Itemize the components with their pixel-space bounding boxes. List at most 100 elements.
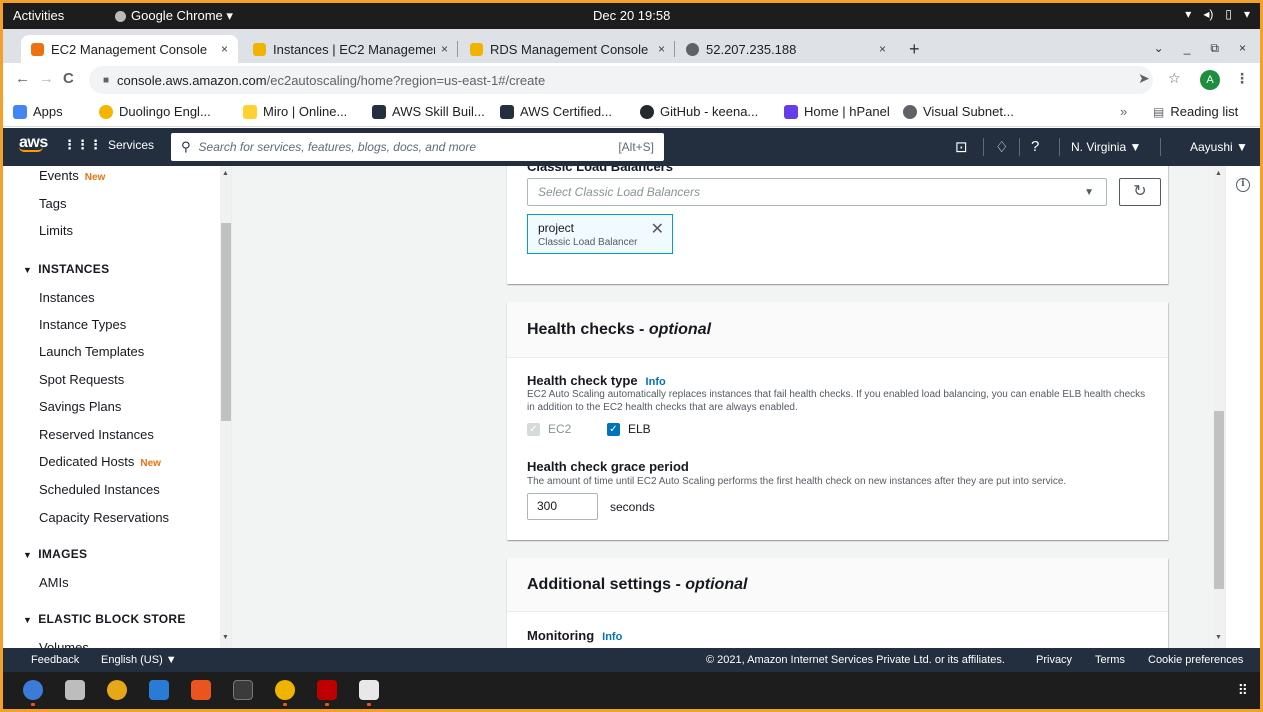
- bookmark-hpanel[interactable]: Home | hPanel: [784, 104, 890, 119]
- software-center-icon[interactable]: [191, 680, 211, 700]
- scroll-down-icon[interactable]: ▼: [1215, 634, 1222, 641]
- bookmark-duolingo[interactable]: Duolingo Engl...: [99, 104, 211, 119]
- elb-checkbox[interactable]: ✓ ELB: [607, 422, 651, 436]
- reading-list-button[interactable]: ▤ Reading list: [1153, 104, 1238, 119]
- sidebar-item-spot-requests[interactable]: Spot Requests: [39, 372, 124, 387]
- sidebar-section-instances[interactable]: ▼ INSTANCES: [23, 262, 109, 276]
- terminal-icon[interactable]: [233, 680, 253, 700]
- new-tab-button[interactable]: +: [909, 39, 920, 60]
- tab-instances[interactable]: Instances | EC2 Management Console ×: [243, 35, 458, 63]
- restore-icon[interactable]: ⧉: [1210, 41, 1219, 56]
- profile-avatar[interactable]: A: [1200, 70, 1220, 90]
- terms-link[interactable]: Terms: [1095, 654, 1125, 666]
- sidebar-item-instance-types[interactable]: Instance Types: [39, 317, 126, 332]
- scroll-down-icon[interactable]: ▼: [222, 634, 229, 641]
- system-tray[interactable]: ▾ ◂) ▯ ▾: [1185, 7, 1250, 21]
- sidebar-item-tags[interactable]: Tags: [39, 196, 66, 211]
- main-scrollbar[interactable]: ▲ ▼: [1213, 166, 1225, 648]
- cookie-preferences-link[interactable]: Cookie preferences: [1148, 654, 1243, 666]
- sidebar-item-reserved-instances[interactable]: Reserved Instances: [39, 427, 154, 442]
- address-bar[interactable]: ■ console.aws.amazon.com/ec2autoscaling/…: [89, 66, 1153, 94]
- privacy-link[interactable]: Privacy: [1036, 654, 1072, 666]
- tab-close-icon[interactable]: ×: [441, 42, 448, 56]
- clb-select[interactable]: Select Classic Load Balancers ▼: [527, 178, 1107, 206]
- feedback-link[interactable]: Feedback: [31, 654, 79, 666]
- bookmarks-overflow-button[interactable]: »: [1120, 104, 1127, 119]
- new-badge: New: [84, 172, 106, 183]
- sidebar-item-events[interactable]: Events New: [39, 168, 105, 183]
- bookmark-apps[interactable]: Apps: [13, 104, 63, 119]
- sidebar-item-savings-plans[interactable]: Savings Plans: [39, 399, 121, 414]
- sidebar-item-volumes[interactable]: Volumes: [39, 640, 89, 648]
- writer-icon[interactable]: [149, 680, 169, 700]
- bookmark-star-icon[interactable]: ☆: [1168, 70, 1181, 87]
- bookmark-visual-subnet[interactable]: Visual Subnet...: [903, 104, 1014, 119]
- info-link[interactable]: Info: [602, 631, 622, 643]
- optional-label: optional: [685, 576, 748, 593]
- sidebar-item-instances[interactable]: Instances: [39, 290, 95, 305]
- back-button[interactable]: ←: [15, 70, 30, 87]
- bookmark-aws-skill-builder[interactable]: AWS Skill Buil...: [372, 104, 485, 119]
- bookmark-aws-certified[interactable]: AWS Certified...: [500, 104, 612, 119]
- app-menu-label: Google Chrome ▾: [131, 8, 233, 23]
- show-applications-icon[interactable]: ⠿: [1238, 682, 1248, 699]
- main-scroll-thumb[interactable]: [1214, 411, 1224, 589]
- globe-icon: [686, 42, 699, 56]
- sidebar-item-limits[interactable]: Limits: [39, 223, 73, 238]
- refresh-button[interactable]: ↻: [1119, 178, 1161, 206]
- sidebar-section-ebs[interactable]: ▼ ELASTIC BLOCK STORE: [23, 612, 186, 626]
- help-icon[interactable]: ?: [1031, 138, 1039, 155]
- bookmark-miro[interactable]: Miro | Online...: [243, 104, 347, 119]
- sidebar-item-launch-templates[interactable]: Launch Templates: [39, 344, 144, 359]
- health-check-type-description: EC2 Auto Scaling automatically replaces …: [527, 389, 1146, 413]
- ec2-sidebar: Events New Tags Limits ▼ INSTANCES Instanc…: [3, 166, 232, 648]
- aws-search-input[interactable]: ⚲ Search for services, features, blogs, …: [171, 133, 664, 161]
- share-icon[interactable]: ➤: [1138, 70, 1150, 87]
- tab-ip-address[interactable]: 52.207.235.188 ×: [676, 35, 896, 63]
- scroll-up-icon[interactable]: ▲: [1215, 170, 1222, 177]
- language-selector[interactable]: English (US) ▼: [101, 654, 177, 666]
- close-window-icon[interactable]: ×: [1239, 41, 1246, 56]
- scroll-up-icon[interactable]: ▲: [222, 170, 229, 177]
- sidebar-item-scheduled-instances[interactable]: Scheduled Instances: [39, 482, 160, 497]
- notifications-bell-icon[interactable]: ♢: [995, 138, 1008, 156]
- info-link[interactable]: Info: [646, 376, 666, 388]
- sidebar-scrollbar[interactable]: ▲ ▼: [220, 166, 231, 648]
- tab-close-icon[interactable]: ×: [658, 42, 665, 56]
- sidebar-item-amis[interactable]: AMIs: [39, 575, 69, 590]
- clock[interactable]: Dec 20 19:58: [593, 8, 670, 23]
- minimize-icon[interactable]: _: [1184, 41, 1191, 56]
- info-icon[interactable]: i: [1236, 178, 1250, 192]
- sidebar-section-label: ELASTIC BLOCK STORE: [38, 612, 186, 626]
- text-editor-icon[interactable]: [359, 680, 379, 706]
- tab-ec2-console[interactable]: EC2 Management Console ×: [21, 35, 238, 63]
- services-menu-button[interactable]: ⋮⋮⋮ Services: [63, 137, 154, 153]
- app-menu[interactable]: Google Chrome ▾: [115, 8, 233, 24]
- sidebar-scroll-thumb[interactable]: [221, 223, 231, 421]
- sidebar-item-capacity-reservations[interactable]: Capacity Reservations: [39, 510, 169, 525]
- chrome-menu-icon[interactable]: ⋮: [1235, 70, 1249, 87]
- aws-logo[interactable]: aws: [19, 134, 48, 152]
- tab-title: EC2 Management Console: [51, 41, 208, 57]
- thunderbird-icon[interactable]: [23, 680, 43, 706]
- tab-search-icon[interactable]: ⌄: [1154, 41, 1164, 56]
- cloudshell-icon[interactable]: ⊡: [955, 138, 968, 156]
- sidebar-item-dedicated-hosts[interactable]: Dedicated Hosts New: [39, 454, 161, 469]
- forward-button[interactable]: →: [39, 70, 54, 87]
- rhythmbox-icon[interactable]: [107, 680, 127, 700]
- chrome-icon[interactable]: [275, 680, 295, 706]
- remove-token-icon[interactable]: ✕: [651, 219, 664, 239]
- filezilla-icon[interactable]: [317, 680, 337, 706]
- github-icon: [640, 104, 654, 119]
- grace-period-input[interactable]: 300: [527, 493, 598, 520]
- sidebar-section-images[interactable]: ▼ IMAGES: [23, 547, 87, 561]
- files-icon[interactable]: [65, 680, 85, 700]
- tab-close-icon[interactable]: ×: [221, 42, 228, 56]
- account-menu[interactable]: Aayushi ▼: [1190, 140, 1248, 154]
- activities-button[interactable]: Activities: [13, 8, 64, 23]
- region-selector[interactable]: N. Virginia ▼: [1071, 140, 1141, 154]
- reload-button[interactable]: C: [63, 70, 74, 87]
- tab-close-icon[interactable]: ×: [879, 42, 886, 56]
- bookmark-github[interactable]: GitHub - keena...: [640, 104, 758, 119]
- tab-rds[interactable]: RDS Management Console ×: [460, 35, 675, 63]
